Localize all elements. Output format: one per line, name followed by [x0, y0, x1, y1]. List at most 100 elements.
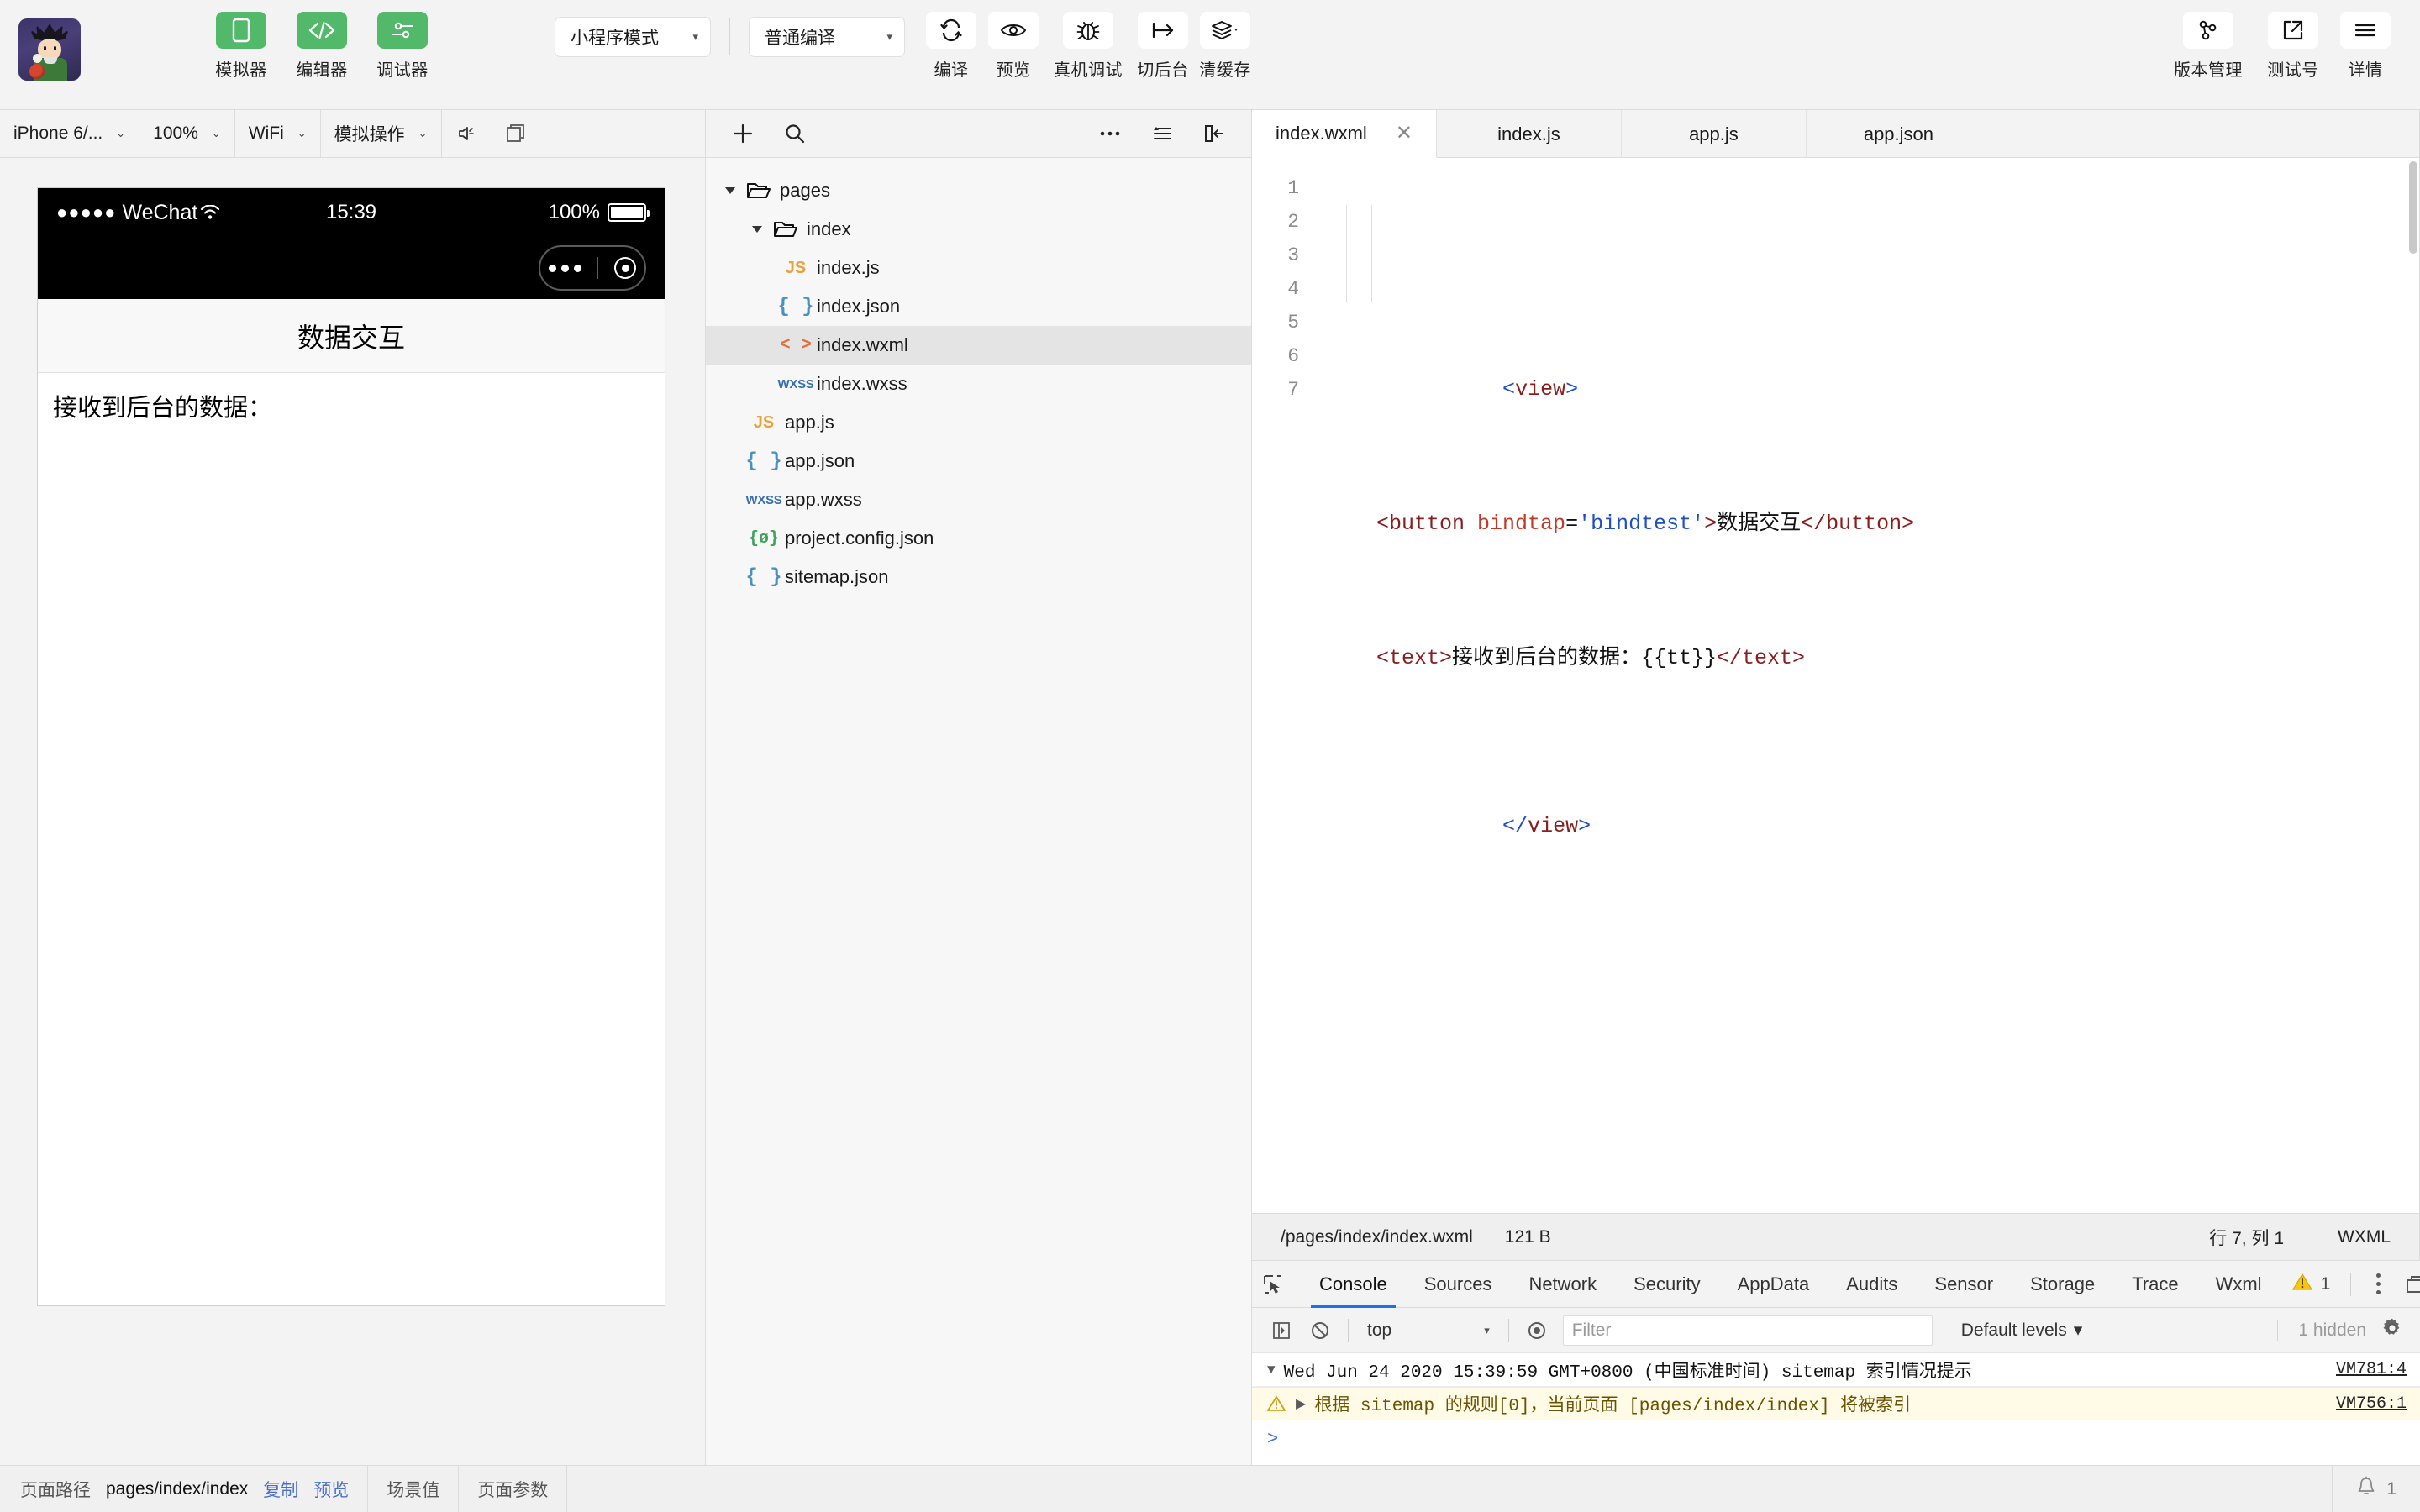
file-tree-pane: pages index JS index.js { } index.json <…: [706, 110, 1252, 1465]
chevron-down-icon[interactable]: [719, 187, 741, 194]
console-sidebar-toggle-icon[interactable]: [1262, 1311, 1301, 1350]
bell-icon: [2356, 1476, 2376, 1503]
tree-item-index-wxml[interactable]: < > index.wxml: [706, 326, 1251, 365]
clear-console-icon[interactable]: [1301, 1311, 1339, 1350]
chevron-down-icon[interactable]: ▼: [1267, 1362, 1276, 1378]
tab-label: Trace: [2132, 1273, 2179, 1294]
tab-index-wxml[interactable]: index.wxml ✕: [1252, 110, 1437, 158]
tree-item-label: app.js: [785, 412, 834, 433]
more-icon[interactable]: [1092, 115, 1128, 152]
devtools-window: 模拟器 编辑器 调试器 小程序模式 ▾ 普通编译 ▾ 编译 预览 真机调试 切后…: [0, 0, 2420, 1512]
simulate-action-select[interactable]: 模拟操作 ⌄: [321, 109, 442, 158]
preview-link[interactable]: 预览: [313, 1477, 349, 1502]
tab-network[interactable]: Network: [1510, 1261, 1615, 1308]
tab-sensor[interactable]: Sensor: [1916, 1261, 2012, 1308]
tab-app-json[interactable]: app.json: [1807, 110, 1991, 158]
console-source-link[interactable]: VM781:4: [2336, 1360, 2407, 1379]
tree-item-app-js[interactable]: JS app.js: [706, 403, 1251, 442]
tab-trace[interactable]: Trace: [2113, 1261, 2196, 1308]
phone-status-bar: ●●●●● WeChat 15:39 100%: [38, 188, 665, 237]
toolbar-button-simulator[interactable]: 模拟器: [207, 12, 276, 81]
tab-audits[interactable]: Audits: [1828, 1261, 1916, 1308]
search-icon[interactable]: [776, 115, 813, 152]
console-message-warning[interactable]: ▶ 根据 sitemap 的规则[0]，当前页面 [pages/index/in…: [1252, 1387, 2420, 1420]
toolbar-button-version-control[interactable]: 版本管理: [2165, 12, 2252, 81]
log-levels-select[interactable]: Default levels ▾: [1961, 1320, 2083, 1341]
tree-item-app-json[interactable]: { } app.json: [706, 442, 1251, 480]
dock-side-icon[interactable]: [2396, 1274, 2420, 1294]
tab-security[interactable]: Security: [1615, 1261, 1718, 1308]
network-select-value: WiFi: [248, 123, 284, 143]
mode-select[interactable]: 小程序模式 ▾: [555, 17, 711, 57]
copy-link[interactable]: 复制: [263, 1477, 298, 1502]
window-icon[interactable]: [491, 110, 541, 158]
live-expression-icon[interactable]: [1518, 1311, 1556, 1350]
bug-icon: [1063, 12, 1113, 49]
tree-item-index-folder[interactable]: index: [706, 210, 1251, 249]
speaker-icon[interactable]: [442, 110, 491, 158]
chevron-down-icon[interactable]: [746, 226, 768, 233]
warning-count-badge[interactable]: 1: [2281, 1273, 2343, 1296]
add-icon[interactable]: [724, 115, 761, 152]
compile-mode-value: 普通编译: [765, 29, 835, 48]
close-icon[interactable]: ✕: [1396, 123, 1413, 144]
device-select[interactable]: iPhone 6/... ⌄: [0, 109, 140, 158]
toolbar-button-real-device-debug[interactable]: 真机调试: [1044, 12, 1132, 81]
tab-sources[interactable]: Sources: [1406, 1261, 1511, 1308]
code-line: <button bindtap='bindtest'>数据交互</button>: [1311, 507, 2419, 575]
devtools-more-icon[interactable]: [2360, 1273, 2396, 1294]
tab-app-js[interactable]: app.js: [1622, 110, 1807, 158]
tree-item-index-wxss[interactable]: WXSS index.wxss: [706, 365, 1251, 403]
chevron-right-icon[interactable]: ▶: [1296, 1395, 1306, 1412]
warning-triangle-icon: [2291, 1273, 2312, 1296]
editor-scrollbar[interactable]: [2409, 161, 2417, 254]
console-filter-input[interactable]: Filter: [1562, 1315, 1933, 1346]
notification-cell[interactable]: 1: [2333, 1466, 2420, 1512]
prompt-caret: >: [1267, 1429, 1279, 1450]
tab-console[interactable]: Console: [1301, 1261, 1406, 1308]
console-source-link[interactable]: VM756:1: [2336, 1394, 2407, 1414]
toolbar-button-clear-cache[interactable]: 清缓存: [1194, 12, 1256, 81]
tab-wxml[interactable]: Wxml: [2197, 1261, 2281, 1308]
console-message-group[interactable]: ▼ Wed Jun 24 2020 15:39:59 GMT+0800 (中国标…: [1252, 1353, 2420, 1387]
tab-appdata[interactable]: AppData: [1719, 1261, 1828, 1308]
toolbar-label-compile: 编译: [934, 61, 969, 80]
execution-context-select[interactable]: top ▾: [1357, 1320, 1500, 1341]
compile-mode-select[interactable]: 普通编译 ▾: [749, 17, 905, 57]
toolbar-button-debugger[interactable]: 调试器: [368, 12, 437, 81]
tree-item-app-wxss[interactable]: WXSS app.wxss: [706, 480, 1251, 519]
code-content[interactable]: <view> <button bindtap='bindtest'>数据交互</…: [1311, 158, 2419, 1213]
toolbar-button-test-account[interactable]: 测试号: [2262, 12, 2324, 81]
line-number: 5: [1287, 312, 1299, 333]
network-select[interactable]: WiFi ⌄: [235, 109, 321, 158]
simulate-action-value: 模拟操作: [334, 125, 405, 144]
tree-item-sitemap-json[interactable]: { } sitemap.json: [706, 558, 1251, 596]
wechat-capsule-buttons[interactable]: [539, 245, 646, 291]
tab-index-js[interactable]: index.js: [1437, 110, 1622, 158]
page-params-cell[interactable]: 页面参数: [459, 1466, 568, 1512]
user-avatar[interactable]: [18, 18, 81, 81]
chevron-down-icon: ⌄: [116, 127, 126, 139]
settings-gear-icon[interactable]: [2381, 1317, 2403, 1343]
tree-item-project-config[interactable]: {ø} project.config.json: [706, 519, 1251, 558]
tab-label: index.wxml: [1276, 123, 1367, 144]
toolbar-button-editor[interactable]: 编辑器: [287, 12, 356, 81]
inspect-element-icon[interactable]: [1262, 1273, 1284, 1295]
zoom-select[interactable]: 100% ⌄: [139, 109, 235, 158]
toolbar-button-switch-background[interactable]: 切后台: [1132, 12, 1194, 81]
collapse-all-icon[interactable]: [1144, 115, 1181, 152]
code-editor[interactable]: 1 2 3 4 5 6 7 <view> <button bindtap='bi…: [1252, 158, 2419, 1213]
tab-storage[interactable]: Storage: [2012, 1261, 2113, 1308]
scene-value-cell[interactable]: 场景值: [368, 1466, 460, 1512]
console-prompt[interactable]: >: [1252, 1420, 2420, 1458]
tree-item-pages[interactable]: pages: [706, 171, 1251, 210]
tree-item-index-js[interactable]: JS index.js: [706, 249, 1251, 287]
tree-item-label: app.wxss: [785, 489, 862, 510]
toolbar-button-preview[interactable]: 预览: [982, 12, 1044, 81]
toolbar-label-clear-cache: 清缓存: [1199, 61, 1251, 80]
collapse-panel-icon[interactable]: [1196, 115, 1233, 152]
toolbar-button-compile[interactable]: 编译: [920, 12, 982, 81]
tree-item-index-json[interactable]: { } index.json: [706, 287, 1251, 326]
toolbar-label-debugger: 调试器: [376, 61, 429, 80]
toolbar-button-details[interactable]: 详情: [2334, 12, 2396, 81]
